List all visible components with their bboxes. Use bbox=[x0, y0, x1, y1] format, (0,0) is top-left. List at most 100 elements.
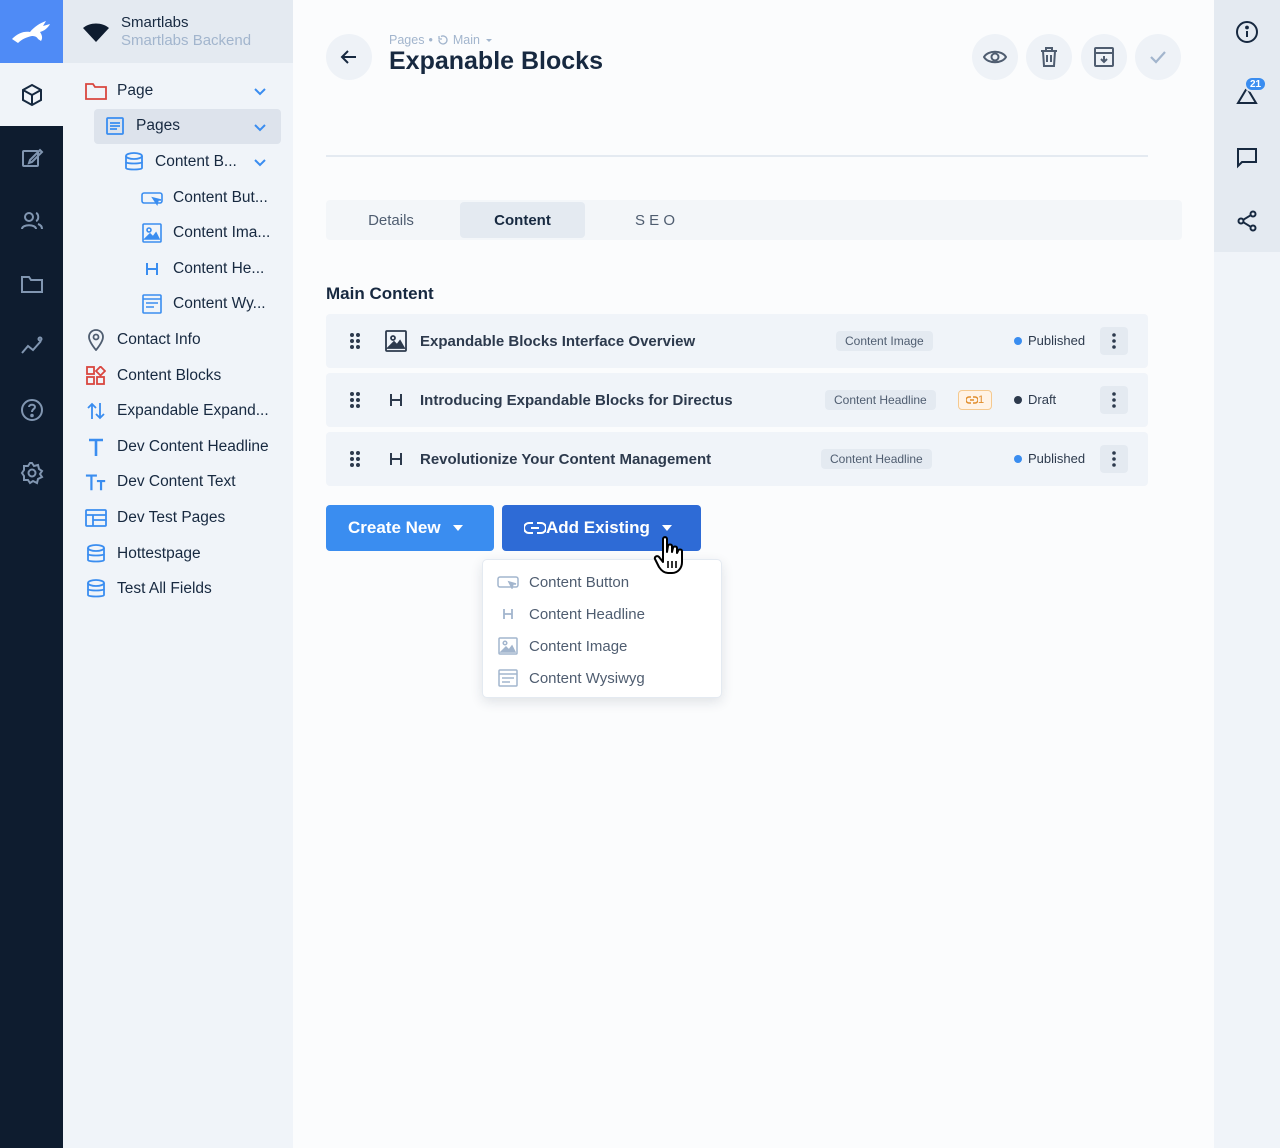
status-dot bbox=[1014, 454, 1022, 463]
nav-item-expandable[interactable]: Expandable Expand... bbox=[63, 393, 293, 429]
text-fields-icon bbox=[85, 471, 107, 493]
module-bar bbox=[0, 0, 63, 1148]
nav-item-content-headline[interactable]: Content He... bbox=[63, 251, 293, 287]
chevron-down-icon[interactable] bbox=[251, 82, 269, 100]
gear-icon bbox=[20, 461, 43, 484]
version-selector[interactable]: Main bbox=[453, 33, 480, 47]
status-badge: Published bbox=[1014, 451, 1085, 466]
info-sidebar-button[interactable] bbox=[1214, 0, 1280, 63]
type-badge: Content Headline bbox=[821, 449, 932, 469]
menu-item-label: Content Button bbox=[529, 573, 630, 591]
files-module[interactable] bbox=[0, 252, 63, 315]
directus-logo[interactable] bbox=[0, 0, 63, 63]
nav-item-dev-content-headline[interactable]: Dev Content Headline bbox=[63, 429, 293, 465]
project-info[interactable]: Smartlabs Smartlabs Backend bbox=[63, 0, 293, 63]
archive-icon bbox=[1094, 47, 1114, 67]
nav-item-dev-content-text[interactable]: Dev Content Text bbox=[63, 465, 293, 501]
help-module[interactable] bbox=[0, 378, 63, 441]
save-button[interactable] bbox=[1135, 34, 1181, 80]
menu-item-label: Content Wysiwyg bbox=[529, 669, 645, 687]
add-existing-dropdown: Content Button Content Headline Content … bbox=[482, 559, 722, 698]
nav-item-content-image[interactable]: Content Ima... bbox=[63, 215, 293, 251]
tab-details[interactable]: Details bbox=[332, 202, 450, 238]
menu-item-content-wysiwyg[interactable]: Content Wysiwyg bbox=[483, 662, 721, 694]
comments-sidebar-button[interactable] bbox=[1214, 126, 1280, 189]
notification-count-badge: 21 bbox=[1244, 76, 1268, 92]
menu-item-label: Content Headline bbox=[529, 605, 645, 623]
nav-item-pages[interactable]: Pages bbox=[94, 108, 281, 145]
info-icon bbox=[1236, 20, 1258, 43]
nav-item-label: Content Wy... bbox=[173, 295, 266, 313]
caret-down-icon bbox=[452, 525, 463, 531]
caret-down-icon[interactable] bbox=[484, 35, 494, 45]
nav-item-label: Dev Content Headline bbox=[117, 437, 269, 455]
menu-item-content-image[interactable]: Content Image bbox=[483, 630, 721, 662]
nav-item-contact-info[interactable]: Contact Info bbox=[63, 322, 293, 358]
menu-item-label: Content Image bbox=[529, 637, 628, 655]
folder-icon bbox=[20, 275, 43, 293]
revisions-sidebar-button[interactable]: 21 bbox=[1214, 63, 1280, 126]
sidebar-right-background bbox=[1214, 252, 1280, 1148]
tab-seo[interactable]: S E O bbox=[585, 202, 725, 238]
list-item[interactable]: Introducing Expandable Blocks for Direct… bbox=[326, 373, 1148, 427]
menu-item-content-headline[interactable]: Content Headline bbox=[483, 598, 721, 630]
link-icon bbox=[966, 396, 978, 404]
nav-item-label: Content Blocks bbox=[117, 366, 222, 384]
chevron-down-icon[interactable] bbox=[251, 118, 269, 136]
trash-icon bbox=[1041, 47, 1057, 67]
users-module[interactable] bbox=[0, 189, 63, 252]
wifi-icon bbox=[81, 17, 111, 47]
hand-cursor-icon bbox=[653, 536, 683, 574]
back-button[interactable] bbox=[326, 34, 372, 80]
nav-item-label: Content He... bbox=[173, 259, 265, 277]
image-icon bbox=[141, 222, 163, 244]
content-module[interactable] bbox=[0, 63, 63, 126]
share-sidebar-button[interactable] bbox=[1214, 189, 1280, 252]
navigation-sidebar: Smartlabs Smartlabs Backend Page Pages C… bbox=[63, 0, 293, 1148]
archive-button[interactable] bbox=[1081, 34, 1127, 80]
image-icon bbox=[497, 635, 519, 657]
more-options-button[interactable] bbox=[1100, 386, 1128, 414]
list-item[interactable]: Expandable Blocks Interface Overview Con… bbox=[326, 314, 1148, 368]
rabbit-logo-icon bbox=[11, 20, 50, 43]
chevron-down-icon[interactable] bbox=[251, 153, 269, 171]
nav-item-content-button[interactable]: Content But... bbox=[63, 180, 293, 216]
section-title: Main Content bbox=[326, 284, 434, 303]
more-options-button[interactable] bbox=[1100, 327, 1128, 355]
status-dot bbox=[1014, 336, 1022, 345]
list-item[interactable]: Revolutionize Your Content Management Co… bbox=[326, 432, 1148, 486]
nav-item-content-wysiwyg[interactable]: Content Wy... bbox=[63, 287, 293, 323]
nav-item-content-blocks-junction[interactable]: Content B... bbox=[63, 144, 293, 180]
edit-module[interactable] bbox=[0, 126, 63, 189]
eye-icon bbox=[983, 50, 1007, 64]
nav-item-page[interactable]: Page bbox=[63, 73, 293, 109]
drag-handle-icon[interactable] bbox=[346, 332, 364, 350]
tab-content[interactable]: Content bbox=[460, 202, 585, 238]
more-options-button[interactable] bbox=[1100, 445, 1128, 473]
insights-module[interactable] bbox=[0, 315, 63, 378]
drag-handle-icon[interactable] bbox=[346, 450, 364, 468]
heading-icon bbox=[141, 258, 163, 280]
drag-handle-icon[interactable] bbox=[346, 391, 364, 409]
delete-button[interactable] bbox=[1026, 34, 1072, 80]
arrow-left-icon bbox=[340, 50, 356, 64]
sort-arrows-icon bbox=[85, 400, 107, 422]
version-icon bbox=[438, 35, 448, 45]
nav-item-content-blocks[interactable]: Content Blocks bbox=[63, 358, 293, 394]
comment-icon bbox=[1237, 147, 1257, 168]
insights-icon bbox=[20, 336, 42, 354]
collection-list: Page Pages Content B... Content But... C… bbox=[63, 63, 293, 607]
breadcrumb-root[interactable]: Pages bbox=[389, 33, 424, 47]
folder-icon bbox=[85, 80, 107, 102]
nav-item-hottestpage[interactable]: Hottestpage bbox=[63, 536, 293, 572]
preview-button[interactable] bbox=[972, 34, 1018, 80]
header-divider bbox=[326, 155, 1148, 157]
status-badge: Draft bbox=[1014, 392, 1056, 407]
nav-item-dev-test-pages[interactable]: Dev Test Pages bbox=[63, 500, 293, 536]
settings-module[interactable] bbox=[0, 441, 63, 504]
nav-item-test-all-fields[interactable]: Test All Fields bbox=[63, 571, 293, 607]
create-new-button[interactable]: Create New bbox=[326, 505, 494, 551]
nav-item-label: Content Ima... bbox=[173, 224, 271, 242]
link-count-badge[interactable]: 1 bbox=[958, 390, 993, 410]
more-vertical-icon bbox=[1112, 392, 1116, 408]
